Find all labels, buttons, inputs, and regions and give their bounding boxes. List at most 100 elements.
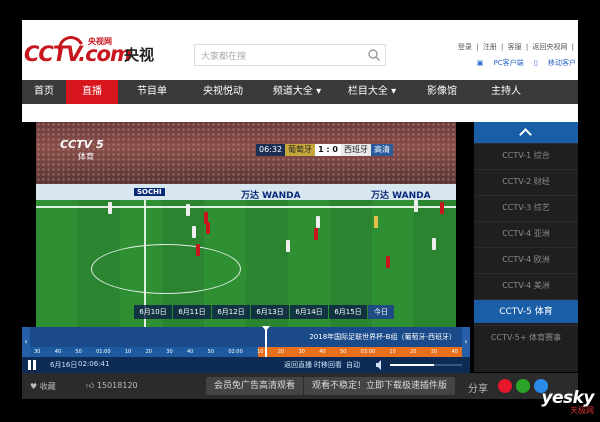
wechat-icon[interactable]	[516, 379, 530, 393]
page-frame: 央视网 CCTV.com 央视 大家都在搜 登录 | 注册 | 客服 | 返回央…	[0, 0, 600, 422]
nav-channels-label: 频道大全	[272, 86, 313, 97]
pitch-line	[36, 206, 456, 208]
tick-label: 40	[319, 349, 326, 355]
login-link[interactable]: 登录	[458, 43, 472, 51]
timeline-playhead[interactable]	[262, 326, 270, 357]
nav-item-hosts[interactable]: 主持人	[474, 80, 538, 104]
video-player[interactable]: SOCHI 万达 WANDA 万达 WANDA CCTV 5 体育 06:32 …	[36, 122, 456, 327]
program-title[interactable]: 2018年国际足联世界杯-B组（葡萄牙-西班牙）	[309, 332, 456, 342]
tick-label: 50	[207, 349, 215, 355]
timeline-next-button[interactable]: ›	[462, 327, 470, 357]
like-count: 15018120	[96, 381, 138, 390]
timeshift-button[interactable]: 时移回看	[314, 360, 342, 370]
nav-item-yuedong[interactable]: 央视悦动	[186, 80, 260, 104]
date-tab[interactable]: 6月15日	[329, 305, 367, 319]
date-tab[interactable]: 6月11日	[173, 305, 211, 319]
site-header: 央视网 CCTV.com 央视 大家都在搜 登录 | 注册 | 客服 | 返回央…	[22, 20, 578, 80]
date-tab[interactable]: 6月14日	[290, 305, 328, 319]
share-label: 分享	[468, 384, 488, 395]
pc-client-link[interactable]: ▣ PC客户端	[477, 59, 524, 67]
like-button[interactable]: 👍︎ 15018120	[86, 381, 138, 391]
channel-item[interactable]: CCTV-5+ 体育赛事	[474, 325, 578, 349]
date-tab[interactable]: 6月13日	[251, 305, 289, 319]
tick-label: 10	[124, 349, 132, 355]
divider: |	[571, 43, 574, 51]
player	[314, 228, 318, 240]
tick-label: 03:00	[360, 349, 376, 355]
player-controls: 6月16日 02:06:41 返回直播 时移回看 自动	[22, 357, 470, 373]
channel-list: CCTV-1 综合 CCTV-2 财经 CCTV-3 综艺 CCTV-4 亚洲 …	[474, 122, 578, 372]
tick-label: 02:00	[228, 349, 243, 355]
ad-sochi: SOCHI	[134, 188, 165, 196]
channel-logo: CCTV 5 体育	[60, 138, 104, 162]
team2-name: 西班牙	[340, 144, 371, 156]
ad-free-button[interactable]: 会员免广告高清观看	[206, 377, 304, 395]
timeline-prev-button[interactable]: ‹	[22, 327, 30, 357]
search-icon[interactable]	[367, 48, 381, 62]
mobile-client-label: 移动客户	[548, 59, 576, 67]
program-timeline[interactable]: ‹ 2018年国际足联世界杯-B组（葡萄牙-西班牙） 30 40 50 01:0…	[22, 326, 470, 357]
nav-item-gallery[interactable]: 影像馆	[410, 80, 474, 104]
player	[414, 200, 418, 212]
pc-client-label: PC客户端	[493, 59, 524, 67]
player	[192, 226, 196, 238]
nav-item-live[interactable]: 直播	[66, 80, 118, 104]
weibo-icon[interactable]	[498, 379, 512, 393]
score: 1 : 0	[315, 144, 341, 156]
nav-item-home[interactable]: 首页	[22, 80, 66, 104]
channel-item-active[interactable]: CCTV-5 体育	[474, 299, 578, 323]
center-circle	[91, 244, 241, 294]
register-link[interactable]: 注册	[483, 43, 497, 51]
nav-columns-label: 栏目大全	[347, 86, 388, 97]
favorite-button[interactable]: ♥ 收藏	[30, 381, 56, 392]
quality-select[interactable]: 自动	[346, 360, 360, 370]
cctv-logo[interactable]: 央视网 CCTV.com 央视	[24, 32, 174, 70]
mobile-client-link[interactable]: ▯ 移动客户	[534, 59, 576, 67]
scroll-up-button[interactable]	[474, 122, 578, 143]
search-input[interactable]: 大家都在搜	[201, 49, 246, 62]
channel-item[interactable]: CCTV-4 亚洲	[474, 221, 578, 245]
player	[186, 204, 190, 216]
tick-label: 40	[54, 349, 62, 355]
nav-item-columns[interactable]: 栏目大全 ▾	[334, 80, 410, 104]
volume-icon[interactable]	[376, 360, 384, 370]
date-tab[interactable]: 6月10日	[134, 305, 172, 319]
tick-label: 01:00	[96, 349, 111, 355]
player	[386, 256, 390, 268]
scoreboard: 06:32 葡萄牙 1 : 0 西班牙 高清	[256, 144, 393, 156]
tick-label: 50	[75, 349, 82, 355]
player	[440, 202, 444, 214]
tick-label: 30	[34, 349, 41, 355]
channel-item[interactable]: CCTV-1 综合	[474, 143, 578, 167]
pause-icon[interactable]	[28, 360, 36, 370]
team1-name: 葡萄牙	[285, 144, 316, 156]
download-plugin-button[interactable]: 观看不稳定！立即下载极速插件版	[304, 377, 456, 395]
nav-item-channels[interactable]: 频道大全 ▾	[260, 80, 334, 104]
date-tab[interactable]: 6月12日	[212, 305, 250, 319]
tick-label: 40	[186, 349, 194, 355]
client-links: ▣ PC客户端 ▯ 移动客户	[469, 58, 576, 68]
timeline-ticks: 30 40 50 01:00 10 20 30 40 50 02:00 10 2…	[30, 347, 462, 357]
date-tab-today[interactable]: 今日	[368, 305, 394, 319]
channel-item[interactable]: CCTV-4 美洲	[474, 273, 578, 297]
tick-label: 40	[451, 349, 458, 355]
return-live-button[interactable]: 返回直播	[284, 360, 312, 370]
service-link[interactable]: 客服	[508, 43, 522, 51]
back-to-cctv-link[interactable]: 返回央视网	[532, 43, 567, 51]
match-clock: 06:32	[256, 144, 286, 156]
player	[316, 216, 320, 228]
player	[108, 202, 112, 214]
tick-label: 20	[410, 349, 417, 355]
date-selector: 6月10日 6月11日 6月12日 6月13日 6月14日 6月15日 今日	[134, 305, 395, 319]
player	[432, 238, 436, 250]
channel-item[interactable]: CCTV-2 财经	[474, 169, 578, 193]
current-time: 02:06:41	[78, 360, 110, 368]
player	[206, 222, 210, 234]
channel-item[interactable]: CCTV-4 欧洲	[474, 247, 578, 271]
account-links: 登录 | 注册 | 客服 | 返回央视网 |	[456, 42, 574, 52]
search-box[interactable]: 大家都在搜	[194, 44, 386, 66]
channel-item[interactable]: CCTV-3 综艺	[474, 195, 578, 219]
spacer	[22, 104, 578, 122]
nav-item-schedule[interactable]: 节目单	[118, 80, 186, 104]
divider: |	[476, 43, 479, 51]
